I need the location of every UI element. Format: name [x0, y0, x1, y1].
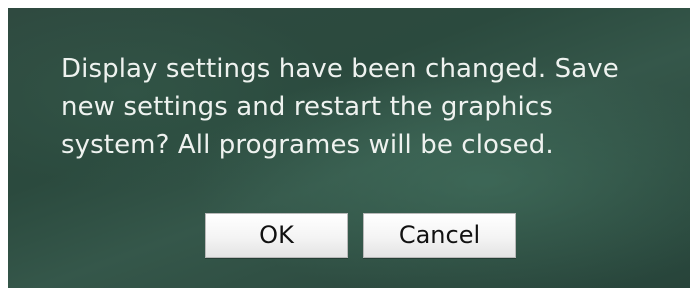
dialog-message: Display settings have been changed. Save… — [61, 54, 619, 160]
cancel-button[interactable]: Cancel — [363, 213, 516, 258]
restart-graphics-dialog: Display settings have been changed. Save… — [8, 8, 690, 288]
ok-button[interactable]: OK — [205, 213, 348, 258]
